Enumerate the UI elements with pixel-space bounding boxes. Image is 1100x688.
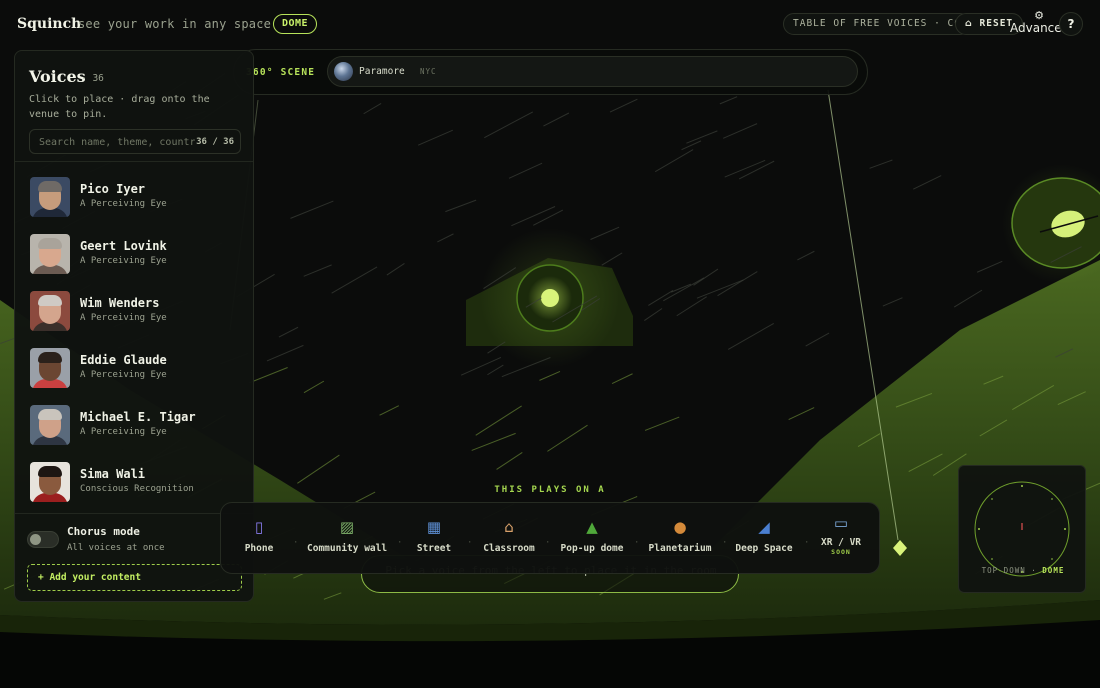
scene-name: Paramore: [359, 66, 405, 77]
image-icon: ▨: [339, 518, 355, 536]
phone-icon: ▯: [254, 518, 264, 536]
avatar: [30, 234, 70, 274]
panel-title: Voices: [29, 67, 86, 86]
search-result-count: 36 / 36: [196, 137, 234, 147]
voice-name: Sima Wali: [80, 467, 146, 481]
add-content-button[interactable]: + Add your content: [27, 564, 242, 591]
scene-thumbnail: [334, 62, 353, 81]
voice-item[interactable]: Eddie Glaude A Perceiving Eye: [15, 340, 253, 396]
mode-badge[interactable]: DOME: [273, 14, 318, 34]
voice-name: Wim Wenders: [80, 296, 160, 310]
voice-item[interactable]: Wim Wenders A Perceiving Eye: [15, 283, 253, 339]
voice-theme: A Perceiving Eye: [80, 370, 167, 380]
voice-theme: Conscious Recognition: [80, 484, 194, 494]
home-icon: ⌂: [965, 18, 973, 29]
voice-item[interactable]: Pico Iyer A Perceiving Eye: [15, 169, 253, 225]
device-planetarium[interactable]: ● Planetarium: [647, 517, 713, 554]
device-deep-space[interactable]: ◢ Deep Space: [735, 517, 793, 554]
table-of-voices-link[interactable]: TABLE OF FREE VOICES · CC: [783, 13, 971, 35]
vr-headset-icon: ▭: [833, 514, 849, 532]
avatar: [30, 177, 70, 217]
device-label: XR / VR: [820, 537, 862, 548]
header-separator: ·: [258, 17, 265, 30]
device-separator: ·: [467, 538, 473, 548]
device-separator: ·: [397, 538, 403, 548]
scene-selector[interactable]: Paramore NYC: [327, 56, 858, 87]
device-separator: ·: [293, 538, 299, 548]
device-label: Community wall: [307, 543, 388, 554]
scene-bar: 360° SCENE Paramore NYC: [233, 49, 868, 95]
device-label: Deep Space: [735, 543, 793, 554]
chorus-toggle[interactable]: [27, 531, 59, 548]
minimap-mode: DOME: [1042, 566, 1065, 575]
brand-tagline: see your work in any space: [78, 17, 272, 31]
avatar: [30, 348, 70, 388]
avatar: [30, 291, 70, 331]
scene-location-tag: NYC: [420, 67, 437, 76]
voices-panel: Voices · 36 Click to place · drag onto t…: [14, 50, 254, 602]
toggle-knob: [30, 534, 41, 545]
voice-theme: A Perceiving Eye: [80, 256, 167, 266]
plays-on-label: THIS PLAYS ON A: [494, 485, 606, 495]
voice-theme: A Perceiving Eye: [80, 313, 167, 323]
device-separator: ·: [634, 538, 640, 548]
chorus-title: Chorus mode: [67, 525, 140, 538]
device-label: Classroom: [483, 543, 535, 554]
device-separator: ·: [722, 538, 728, 548]
device-street[interactable]: ▦ Street: [411, 517, 457, 554]
device-phone[interactable]: ▯ Phone: [239, 517, 279, 554]
building-icon: ▦: [426, 518, 442, 536]
device-bar: ▯ Phone · ▨ Community wall · ▦ Street · …: [220, 502, 880, 574]
divider: [15, 513, 253, 514]
voice-theme: A Perceiving Eye: [80, 427, 167, 437]
tent-icon: ▲: [586, 518, 598, 536]
voice-name: Geert Lovink: [80, 239, 167, 253]
voice-item[interactable]: Michael E. Tigar A Perceiving Eye: [15, 397, 253, 453]
voices-count: · 36: [81, 73, 104, 84]
reset-label: RESET: [979, 18, 1014, 29]
space-icon: ◢: [758, 518, 770, 536]
divider: [15, 161, 253, 162]
device-separator: ·: [804, 538, 810, 548]
school-icon: ⌂: [504, 518, 514, 536]
device-separator: ·: [545, 538, 551, 548]
device-popup-dome[interactable]: ▲ Pop-up dome: [559, 517, 625, 554]
voice-item[interactable]: Geert Lovink A Perceiving Eye: [15, 226, 253, 282]
voice-name: Pico Iyer: [80, 182, 146, 196]
avatar: [30, 405, 70, 445]
minimap-view: TOP-DOWN: [981, 566, 1026, 575]
device-classroom[interactable]: ⌂ Classroom: [481, 517, 537, 554]
help-button[interactable]: ?: [1059, 12, 1083, 36]
device-label: Pop-up dome: [560, 543, 624, 554]
planet-icon: ●: [673, 518, 687, 536]
search-box: 36 / 36: [29, 129, 241, 154]
voice-name: Michael E. Tigar: [80, 410, 196, 424]
device-label: Street: [416, 543, 452, 554]
minimap[interactable]: TOP-DOWN · DOME: [958, 465, 1086, 593]
search-input[interactable]: [39, 135, 195, 150]
voice-theme: A Perceiving Eye: [80, 199, 167, 209]
avatar: [30, 462, 70, 502]
panel-hint: Click to place · drag onto the venue to …: [29, 94, 210, 120]
device-label: Phone: [244, 543, 274, 554]
voice-name: Eddie Glaude: [80, 353, 167, 367]
brand-logo: Squinch: [17, 16, 82, 32]
scene-label: 360° SCENE: [246, 67, 316, 78]
minimap-label: TOP-DOWN · DOME: [981, 566, 1065, 575]
chorus-subtitle: All voices at once: [67, 543, 165, 553]
voice-item[interactable]: Sima Wali Conscious Recognition: [15, 454, 253, 510]
device-label: Planetarium: [648, 543, 712, 554]
device-xr-vr[interactable]: ▭ XR / VR SOON: [817, 513, 865, 556]
soon-badge: SOON: [831, 548, 851, 556]
device-community-wall[interactable]: ▨ Community wall: [307, 517, 387, 554]
